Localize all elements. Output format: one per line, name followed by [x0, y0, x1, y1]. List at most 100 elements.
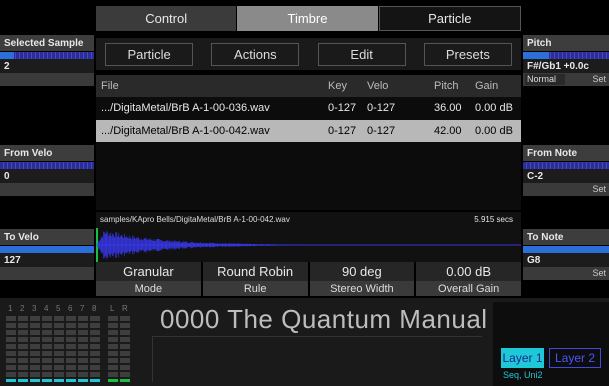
- from-note-bar[interactable]: [523, 161, 609, 169]
- edit-button[interactable]: Edit: [317, 42, 406, 66]
- meter-labels: 12345678 LR: [6, 304, 134, 314]
- meter-label: 3: [32, 304, 37, 313]
- top-tab-bar: Control Timbre Particle: [96, 6, 521, 31]
- meter-label: 2: [20, 304, 25, 313]
- pitch-bar[interactable]: [523, 51, 609, 59]
- to-note-bar[interactable]: [523, 245, 609, 253]
- rule-value[interactable]: Round Robin: [202, 262, 308, 281]
- meter-channel: [78, 316, 88, 382]
- meter-label: 8: [92, 304, 97, 313]
- pitch-mode-select[interactable]: Normal: [525, 74, 565, 85]
- row-gain: 0.00 dB: [475, 102, 513, 114]
- meter-channel: [120, 316, 130, 382]
- meter-led: [78, 379, 88, 382]
- param-strip: Granular Mode Round Robin Rule 90 deg St…: [96, 262, 521, 296]
- mode-value[interactable]: Granular: [96, 262, 201, 281]
- waveform-duration: 5.915 secs: [474, 215, 513, 224]
- velo-column-header[interactable]: Velo: [367, 80, 388, 92]
- from-velo-control[interactable]: From Velo 0: [0, 145, 94, 196]
- pitch-column-header[interactable]: Pitch: [434, 80, 458, 92]
- meter-led: [90, 379, 100, 382]
- meter-label: R: [122, 304, 128, 313]
- pitch-label: Pitch: [523, 35, 609, 51]
- meter-channel: [54, 316, 64, 382]
- stereo-width-value[interactable]: 90 deg: [309, 262, 415, 281]
- presets-button[interactable]: Presets: [423, 42, 512, 66]
- footer-bar: 12345678 LR 0000 The Quantum Manual Layer…: [0, 298, 609, 386]
- table-row[interactable]: .../DigitaMetal/BrB A-1-00-036.wav 0-127…: [96, 97, 521, 119]
- from-velo-value: 0: [0, 169, 94, 183]
- mode-param[interactable]: Granular Mode: [96, 262, 201, 296]
- gain-column-header[interactable]: Gain: [475, 80, 498, 92]
- layer-seq-label: Seq, Uni2: [503, 370, 543, 380]
- particle-button[interactable]: Particle: [105, 42, 194, 66]
- mode-label: Mode: [96, 281, 201, 296]
- stereo-width-param[interactable]: 90 deg Stereo Width: [309, 262, 415, 296]
- waveform-graphic: [96, 228, 521, 262]
- row-key: 0-127: [328, 125, 357, 137]
- selected-sample-control[interactable]: Selected Sample 2: [0, 35, 94, 86]
- tab-control[interactable]: Control: [96, 6, 237, 31]
- meter-led: [120, 379, 130, 382]
- meter-led: [42, 379, 52, 382]
- pitch-value: F#/Gb1 +0.0c: [523, 59, 609, 73]
- row-gain: 0.00 dB: [475, 125, 513, 137]
- to-velo-label: To Velo: [0, 229, 94, 245]
- meter-channel: [30, 316, 40, 382]
- meter-label: L: [110, 304, 115, 313]
- from-note-value: C-2: [523, 169, 609, 183]
- row-pitch: 36.00: [434, 102, 462, 114]
- pitch-control[interactable]: Pitch F#/Gb1 +0.0c Normal Set: [523, 35, 609, 86]
- overall-gain-label: Overall Gain: [416, 281, 521, 296]
- waveform-view[interactable]: samples/KApro Bells/DigitaMetal/BrB A-1-…: [96, 212, 521, 262]
- meter-channel: [108, 316, 118, 382]
- sub-tab-bar: Particle Actions Edit Presets: [96, 38, 521, 70]
- meter-channel: [66, 316, 76, 382]
- meter-channel: [42, 316, 52, 382]
- meter-led: [54, 379, 64, 382]
- selected-sample-label: Selected Sample: [0, 35, 94, 51]
- to-note-set-button[interactable]: Set: [592, 268, 606, 278]
- meter-led: [108, 379, 118, 382]
- table-row-selected[interactable]: .../DigitaMetal/BrB A-1-00-042.wav 0-127…: [96, 120, 521, 142]
- to-note-value: G8: [523, 253, 609, 267]
- meter-led: [18, 379, 28, 382]
- from-note-label: From Note: [523, 145, 609, 161]
- overall-gain-value[interactable]: 0.00 dB: [416, 262, 521, 281]
- tab-particle[interactable]: Particle: [378, 6, 521, 31]
- actions-button[interactable]: Actions: [211, 42, 300, 66]
- meter-channel: [18, 316, 28, 382]
- from-note-control[interactable]: From Note C-2 Set: [523, 145, 609, 196]
- from-note-set-button[interactable]: Set: [592, 184, 606, 194]
- tab-timbre[interactable]: Timbre: [237, 6, 378, 31]
- to-note-control[interactable]: To Note G8 Set: [523, 229, 609, 280]
- row-velo: 0-127: [367, 102, 396, 114]
- layer2-button[interactable]: Layer 2: [549, 348, 601, 368]
- row-velo: 0-127: [367, 125, 396, 137]
- file-table-header: File Key Velo Pitch Gain: [96, 75, 521, 97]
- row-pitch: 42.00: [434, 125, 462, 137]
- from-velo-label: From Velo: [0, 145, 94, 161]
- stereo-width-label: Stereo Width: [309, 281, 415, 296]
- selected-sample-bar[interactable]: [0, 51, 94, 59]
- meter-label: 5: [56, 304, 61, 313]
- to-note-label: To Note: [523, 229, 609, 245]
- meter-channel: [6, 316, 16, 382]
- overall-gain-param[interactable]: 0.00 dB Overall Gain: [416, 262, 521, 296]
- to-velo-bar[interactable]: [0, 245, 94, 253]
- patch-name[interactable]: 0000 The Quantum Manual: [160, 304, 488, 335]
- level-meters: 12345678 LR: [6, 304, 134, 384]
- rule-param[interactable]: Round Robin Rule: [202, 262, 308, 296]
- meter-label: 6: [68, 304, 73, 313]
- meter-label: 7: [80, 304, 85, 313]
- key-column-header[interactable]: Key: [328, 80, 347, 92]
- meter-label: 4: [44, 304, 49, 313]
- to-velo-control[interactable]: To Velo 127: [0, 229, 94, 280]
- layer1-button[interactable]: Layer 1: [501, 348, 544, 368]
- pitch-set-button[interactable]: Set: [592, 74, 606, 84]
- rule-label: Rule: [202, 281, 308, 296]
- meter-channel: [90, 316, 100, 382]
- file-column-header[interactable]: File: [101, 80, 119, 92]
- from-velo-bar[interactable]: [0, 161, 94, 169]
- row-file: .../DigitaMetal/BrB A-1-00-036.wav: [101, 102, 270, 114]
